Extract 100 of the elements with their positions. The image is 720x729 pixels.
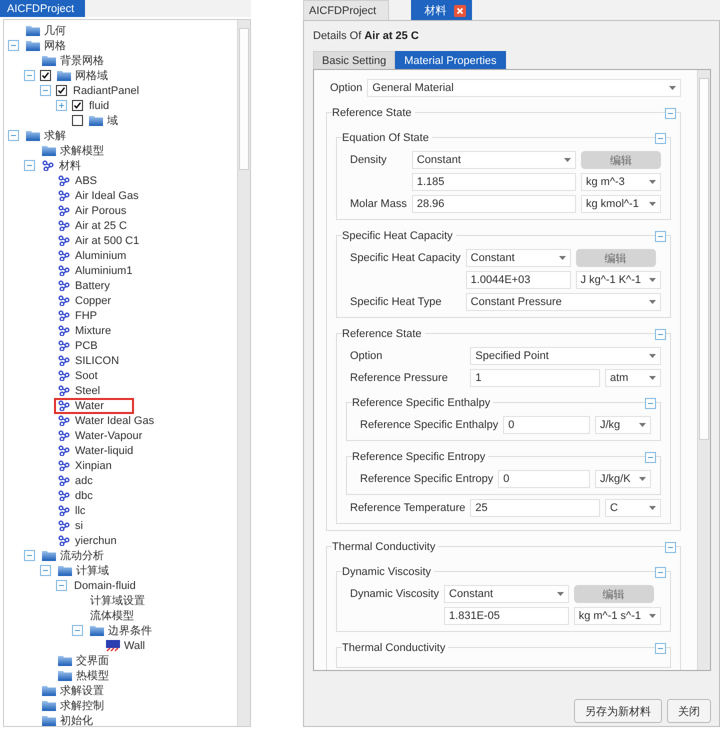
tree-item[interactable]: 边界条件 [108, 623, 152, 638]
tree-item[interactable]: Wall [124, 640, 145, 652]
tree-item[interactable]: 材料 [59, 158, 81, 173]
tree-item[interactable]: Air at 500 C1 [75, 234, 140, 246]
tree-item[interactable]: dbc [75, 490, 93, 502]
tree-item[interactable]: 求解 [44, 128, 66, 143]
tree-item[interactable]: 几何 [44, 23, 66, 38]
tree-item[interactable]: 热模型 [76, 668, 109, 683]
collapse-icon[interactable] [72, 625, 83, 636]
tree-item[interactable]: 求解控制 [60, 698, 104, 713]
tree-item[interactable]: RadiantPanel [73, 84, 140, 96]
collapse-icon[interactable] [655, 328, 666, 340]
tree-item[interactable]: Air Ideal Gas [75, 190, 139, 202]
checkbox[interactable] [72, 115, 83, 126]
tree-item[interactable]: 网格 [44, 38, 66, 53]
collapse-icon[interactable] [8, 130, 19, 141]
dialog-button[interactable]: 关闭 [667, 699, 711, 723]
edit-button[interactable]: 编辑 [576, 249, 656, 267]
dropdown[interactable]: C [605, 499, 661, 517]
tab[interactable]: 材料 [411, 0, 472, 20]
dropdown[interactable]: General Material [367, 79, 681, 97]
tree-item[interactable]: Air Porous [75, 204, 126, 216]
tree-item[interactable]: Battery [75, 280, 110, 292]
checkbox[interactable] [72, 100, 83, 111]
input-field[interactable]: 1.831E-05 [444, 607, 569, 625]
expand-icon[interactable] [56, 100, 67, 111]
checkbox[interactable] [56, 85, 67, 96]
dropdown[interactable]: Constant [412, 151, 576, 169]
collapse-icon[interactable] [665, 542, 676, 552]
tree-item[interactable]: Water Ideal Gas [75, 414, 154, 426]
collapse-icon[interactable] [40, 85, 51, 96]
tree-item[interactable]: PCB [75, 340, 98, 352]
tree-item[interactable]: ABS [75, 174, 98, 186]
dropdown[interactable]: Specified Point [470, 347, 661, 365]
tree-item[interactable]: fluid [89, 100, 110, 112]
edit-button[interactable]: 编辑 [581, 151, 661, 169]
tree-item[interactable]: 背景网格 [60, 53, 104, 68]
tree-item[interactable]: Water-liquid [75, 444, 134, 456]
tree-item[interactable]: 流动分析 [60, 548, 104, 563]
tree-item[interactable]: 流体模型 [90, 608, 134, 623]
collapse-icon[interactable] [24, 160, 35, 171]
tree-item[interactable]: Water [75, 400, 104, 412]
tab[interactable]: Material Properties [395, 51, 506, 69]
close-icon[interactable] [454, 4, 466, 16]
tree-item[interactable]: 初始化 [60, 713, 93, 726]
tree-item[interactable]: si [75, 520, 83, 532]
input-field[interactable]: 1.0044E+03 [466, 271, 571, 289]
dropdown[interactable]: Constant Pressure [466, 293, 661, 311]
tree-item[interactable]: Domain-fluid [74, 580, 136, 592]
input-field[interactable]: 28.96 [412, 195, 576, 213]
dropdown[interactable]: J kg^-1 K^-1 [576, 271, 661, 289]
dropdown[interactable]: J/kg/K [595, 470, 651, 488]
tree-item[interactable]: 网格域 [75, 68, 108, 83]
collapse-icon[interactable] [24, 550, 35, 561]
tree-item[interactable]: Soot [75, 370, 98, 382]
tree-item[interactable]: Mixture [75, 324, 112, 336]
collapse-icon[interactable] [655, 132, 666, 144]
tree-item[interactable]: Air at 25 C [75, 220, 127, 232]
tree-item[interactable]: FHP [75, 310, 97, 322]
input-field[interactable]: 1.185 [412, 173, 576, 191]
dropdown[interactable]: kg m^-1 s^-1 [574, 607, 661, 625]
collapse-icon[interactable] [655, 642, 666, 654]
tree-item[interactable]: adc [75, 474, 93, 486]
input-field[interactable]: 0 [498, 470, 590, 488]
tree-item[interactable]: Copper [75, 294, 112, 306]
dropdown[interactable]: atm [605, 369, 661, 387]
collapse-icon[interactable] [645, 398, 656, 408]
tree-item[interactable]: Water-Vapour [75, 430, 142, 442]
dropdown[interactable]: Constant [444, 585, 569, 603]
checkbox[interactable] [40, 70, 51, 81]
tree-item[interactable]: 交界面 [76, 653, 109, 668]
tree-item[interactable]: 域 [107, 113, 118, 128]
collapse-icon[interactable] [665, 108, 676, 118]
input-field[interactable]: 0 [503, 416, 590, 434]
collapse-icon[interactable] [24, 70, 35, 81]
edit-button[interactable]: 编辑 [574, 585, 654, 603]
collapse-icon[interactable] [645, 452, 656, 462]
dropdown[interactable]: kg m^-3 [581, 173, 661, 191]
tree-item[interactable]: 求解设置 [60, 683, 104, 698]
tree-item[interactable]: SILICON [75, 354, 120, 366]
tree-item[interactable]: Steel [75, 384, 100, 396]
tree-item[interactable]: yierchun [75, 534, 117, 546]
tab[interactable]: AICFDProject [0, 0, 86, 17]
tree-item[interactable]: 计算域 [76, 563, 109, 578]
tree-item[interactable]: Xinpian [75, 460, 112, 472]
collapse-icon[interactable] [8, 40, 19, 51]
collapse-icon[interactable] [655, 230, 666, 242]
tree-item[interactable]: 计算域设置 [90, 593, 145, 608]
tree-item[interactable]: Aluminium1 [75, 264, 132, 276]
collapse-icon[interactable] [40, 565, 51, 576]
tab[interactable]: Basic Setting [313, 51, 396, 69]
collapse-icon[interactable] [655, 566, 666, 578]
tree-item[interactable]: Aluminium [75, 250, 126, 262]
dropdown[interactable]: kg kmol^-1 [581, 195, 661, 213]
input-field[interactable]: 1 [470, 369, 600, 387]
scrollbar[interactable] [237, 20, 250, 726]
tab[interactable]: AICFDProject [303, 0, 390, 20]
input-field[interactable]: 25 [470, 499, 600, 517]
scrollbar[interactable] [697, 70, 710, 670]
tree-item[interactable]: llc [75, 504, 86, 516]
